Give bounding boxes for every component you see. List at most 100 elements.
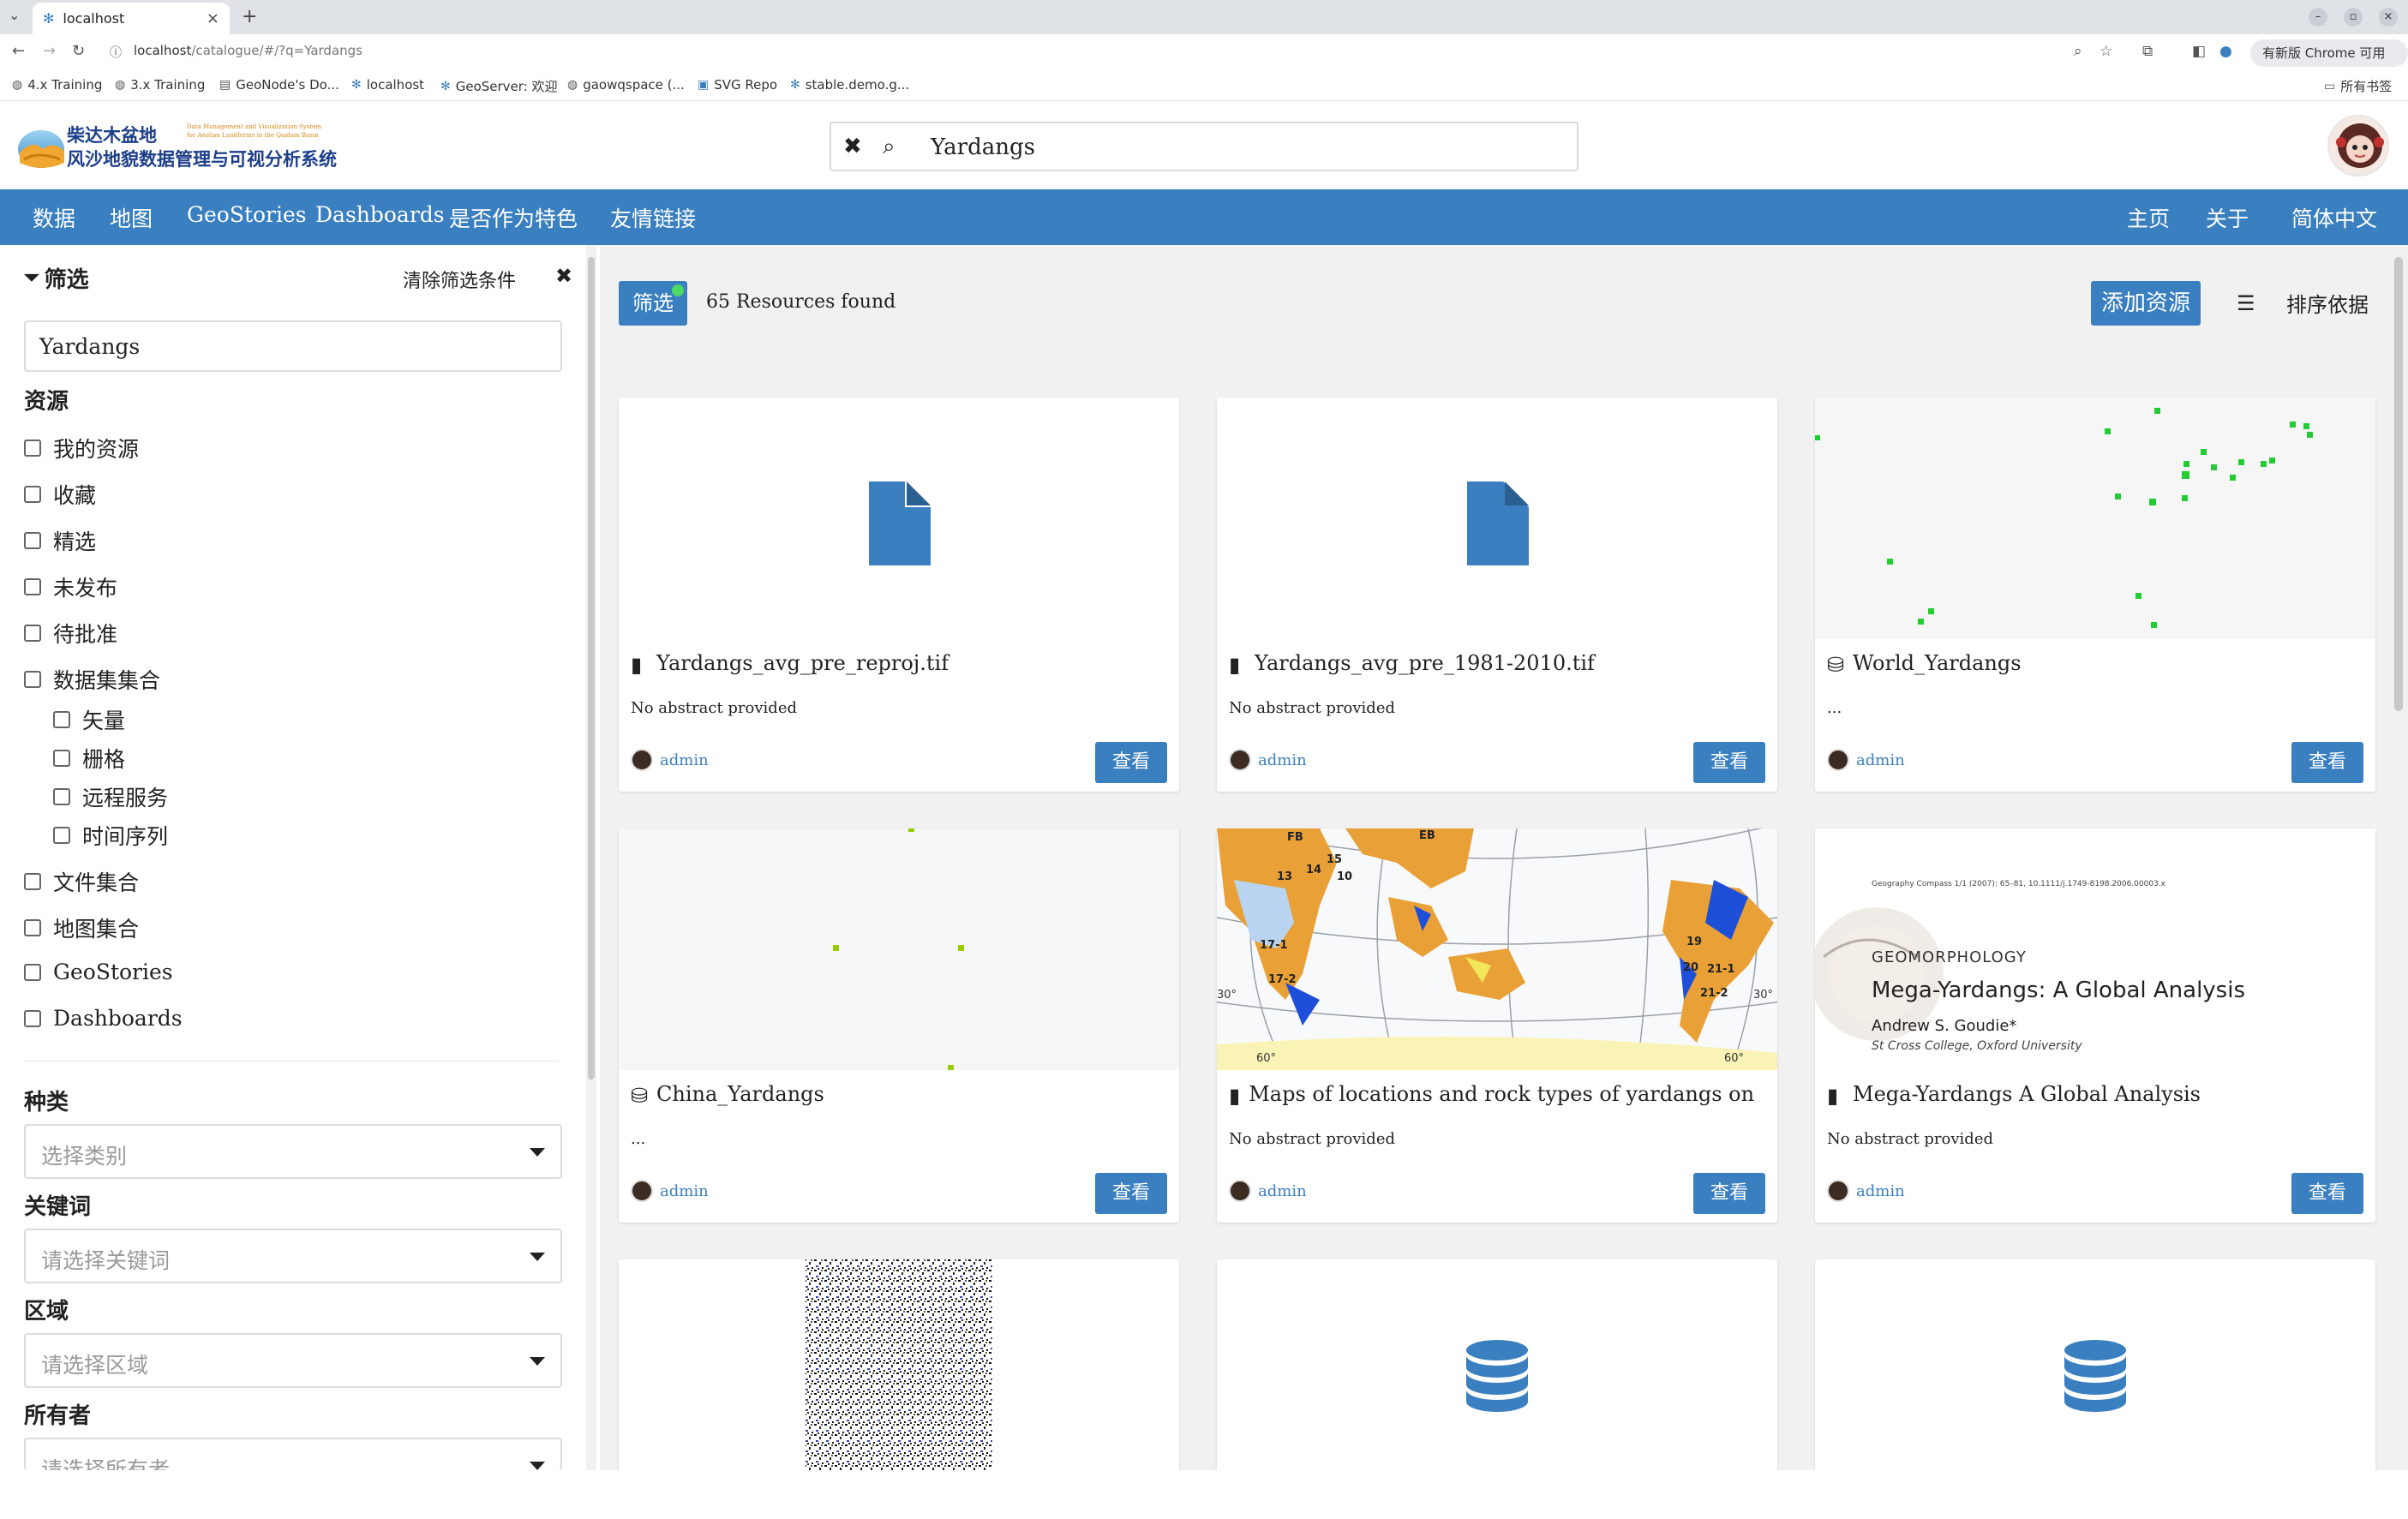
nav-data[interactable]: 数据 xyxy=(33,202,75,233)
main-scrollbar[interactable] xyxy=(2394,257,2403,711)
card-owner[interactable]: admin xyxy=(1229,1180,1307,1202)
card-thumbnail[interactable] xyxy=(619,398,1179,639)
zoom-icon[interactable]: ⌕ xyxy=(2074,43,2082,60)
restore-icon[interactable]: ▫ xyxy=(2344,8,2363,27)
checkbox-box[interactable] xyxy=(53,750,70,767)
bookmark-item[interactable]: ◍ gaowqspace (... xyxy=(567,77,685,93)
site-info-icon[interactable]: ⓘ xyxy=(110,44,122,61)
resource-card[interactable]: ▮ Yardangs_avg_pre_reproj.tif No abstract… xyxy=(619,398,1179,792)
resource-card[interactable]: ⛁ China_Yardangs ... admin 查看 xyxy=(619,828,1179,1223)
sidebar-scrollbar[interactable] xyxy=(588,257,595,1079)
nav-geostories[interactable]: GeoStories xyxy=(187,202,307,227)
checkbox-box[interactable] xyxy=(24,963,41,981)
checkbox-timeseries[interactable]: 时间序列 xyxy=(53,820,168,851)
resource-card-partial[interactable] xyxy=(1815,1259,2375,1474)
filter-toggle-button[interactable]: 筛选 xyxy=(619,281,687,326)
checkbox-raster[interactable]: 栅格 xyxy=(53,743,125,774)
search-icon[interactable]: ⌕ xyxy=(883,134,896,160)
card-owner[interactable]: admin xyxy=(1827,749,1905,771)
extensions-icon[interactable]: ⧉ xyxy=(2142,43,2153,60)
card-title[interactable]: ▮ Mega-Yardangs A Global Analysis xyxy=(1827,1082,2358,1106)
user-avatar[interactable] xyxy=(2327,115,2389,176)
resource-card[interactable]: Geography Compass 1/1 (2007): 65–81, 10.… xyxy=(1815,828,2375,1223)
bookmark-item[interactable]: ▣ SVG Repo xyxy=(698,77,777,93)
checkbox-maps[interactable]: 地图集合 xyxy=(24,912,139,943)
view-button[interactable]: 查看 xyxy=(1693,742,1765,783)
resource-card-partial[interactable] xyxy=(619,1259,1179,1474)
checkbox-box[interactable] xyxy=(53,788,70,805)
card-thumbnail[interactable]: Geography Compass 1/1 (2007): 65–81, 10.… xyxy=(1815,828,2375,1070)
card-thumbnail[interactable] xyxy=(1815,398,2375,639)
nav-language[interactable]: 简体中文 xyxy=(2291,202,2377,233)
nav-featured[interactable]: 是否作为特色 xyxy=(449,202,578,233)
url-field[interactable]: localhost/catalogue/#/?q=Yardangs xyxy=(134,43,362,58)
checkbox-pending[interactable]: 待批准 xyxy=(24,618,117,649)
resource-card-partial[interactable] xyxy=(1217,1259,1777,1474)
card-title[interactable]: ▮ Yardangs_avg_pre_reproj.tif xyxy=(631,651,1162,675)
clear-search-icon[interactable]: ✖ xyxy=(843,134,862,159)
checkbox-documents[interactable]: 文件集合 xyxy=(24,866,139,897)
checkbox-box[interactable] xyxy=(24,873,41,890)
reload-icon[interactable]: ↻ xyxy=(72,42,85,60)
new-tab-icon[interactable]: + xyxy=(242,6,257,27)
forward-icon[interactable]: → xyxy=(43,42,56,60)
checkbox-favorites[interactable]: 收藏 xyxy=(24,479,96,510)
region-select[interactable]: 请选择区域 xyxy=(24,1333,562,1388)
card-owner[interactable]: admin xyxy=(631,749,709,771)
card-thumbnail[interactable] xyxy=(619,828,1179,1070)
view-button[interactable]: 查看 xyxy=(1095,1173,1167,1214)
nav-links[interactable]: 友情链接 xyxy=(610,202,696,233)
checkbox-dashboards[interactable]: Dashboards xyxy=(24,1006,183,1031)
checkbox-vector[interactable]: 矢量 xyxy=(53,704,125,735)
view-button[interactable]: 查看 xyxy=(2291,742,2363,783)
checkbox-featured[interactable]: 精选 xyxy=(24,525,96,556)
resource-card[interactable]: ▮ Yardangs_avg_pre_1981-2010.tif No abstr… xyxy=(1217,398,1777,792)
checkbox-unpublished[interactable]: 未发布 xyxy=(24,571,117,602)
browser-tab[interactable]: ✻ localhost × xyxy=(33,3,230,34)
checkbox-box[interactable] xyxy=(24,440,41,457)
checkbox-box[interactable] xyxy=(24,486,41,503)
card-title[interactable]: ▮ Yardangs_avg_pre_1981-2010.tif xyxy=(1229,651,1760,675)
owner-select[interactable]: 请选择所有者 xyxy=(24,1438,562,1470)
view-button[interactable]: 查看 xyxy=(2291,1173,2363,1214)
search-input[interactable]: Yardangs xyxy=(931,135,1035,160)
bookmark-item[interactable]: ✻ localhost xyxy=(351,77,424,93)
nav-maps[interactable]: 地图 xyxy=(110,202,153,233)
bookmark-item[interactable]: ✻ GeoServer: 欢迎 xyxy=(440,77,558,95)
tab-close-icon[interactable]: × xyxy=(207,9,219,27)
clear-filters-link[interactable]: 清除筛选条件 xyxy=(403,266,516,293)
back-icon[interactable]: ← xyxy=(12,42,25,60)
view-button[interactable]: 查看 xyxy=(1095,742,1167,783)
checkbox-box[interactable] xyxy=(24,1009,41,1027)
checkbox-box[interactable] xyxy=(24,532,41,549)
category-select[interactable]: 选择类别 xyxy=(24,1124,562,1179)
checkbox-box[interactable] xyxy=(53,711,70,728)
card-title[interactable]: ▮ Maps of locations and rock types of yar… xyxy=(1229,1082,1760,1106)
nav-about[interactable]: 关于 xyxy=(2206,202,2249,233)
site-logo[interactable]: 柴达木盆地 风沙地貌数据管理与可视分析系统 Data Management an… xyxy=(17,120,377,173)
card-thumbnail[interactable]: FB EB 13 15 14 10 17-1 17-2 19 20 21-1 2… xyxy=(1217,828,1777,1070)
checkbox-box[interactable] xyxy=(24,625,41,642)
checkbox-remote[interactable]: 远程服务 xyxy=(53,781,168,812)
minimize-icon[interactable]: – xyxy=(2309,8,2327,27)
checkbox-datasets[interactable]: 数据集集合 xyxy=(24,664,160,695)
checkbox-box[interactable] xyxy=(24,671,41,688)
sidepanel-icon[interactable]: ◧ xyxy=(2192,43,2206,60)
bookmark-item[interactable]: ▤ GeoNode's Do... xyxy=(219,77,339,93)
close-window-icon[interactable]: × xyxy=(2379,8,2398,27)
bookmark-item[interactable]: ◍ 4.x Training xyxy=(12,77,102,93)
bookmark-item[interactable]: ✻ stable.demo.g... xyxy=(790,77,909,93)
close-filter-icon[interactable]: ✖ xyxy=(555,264,572,288)
keyword-select[interactable]: 请选择关键词 xyxy=(24,1229,562,1283)
checkbox-my-resources[interactable]: 我的资源 xyxy=(24,433,139,463)
view-button[interactable]: 查看 xyxy=(1693,1173,1765,1214)
sort-button[interactable]: 排序依据 xyxy=(2286,288,2369,318)
chrome-update-button[interactable]: 有新版 Chrome 可用 ⋮ xyxy=(2250,39,2408,88)
tab-search-icon[interactable]: ⌄ xyxy=(9,7,20,23)
card-owner[interactable]: admin xyxy=(1229,749,1307,771)
filter-search-input[interactable]: Yardangs xyxy=(39,334,140,359)
filter-search-field[interactable]: Yardangs xyxy=(24,320,562,372)
card-thumbnail[interactable] xyxy=(1217,398,1777,639)
checkbox-geostories[interactable]: GeoStories xyxy=(24,960,173,984)
resource-card[interactable]: FB EB 13 15 14 10 17-1 17-2 19 20 21-1 2… xyxy=(1217,828,1777,1223)
